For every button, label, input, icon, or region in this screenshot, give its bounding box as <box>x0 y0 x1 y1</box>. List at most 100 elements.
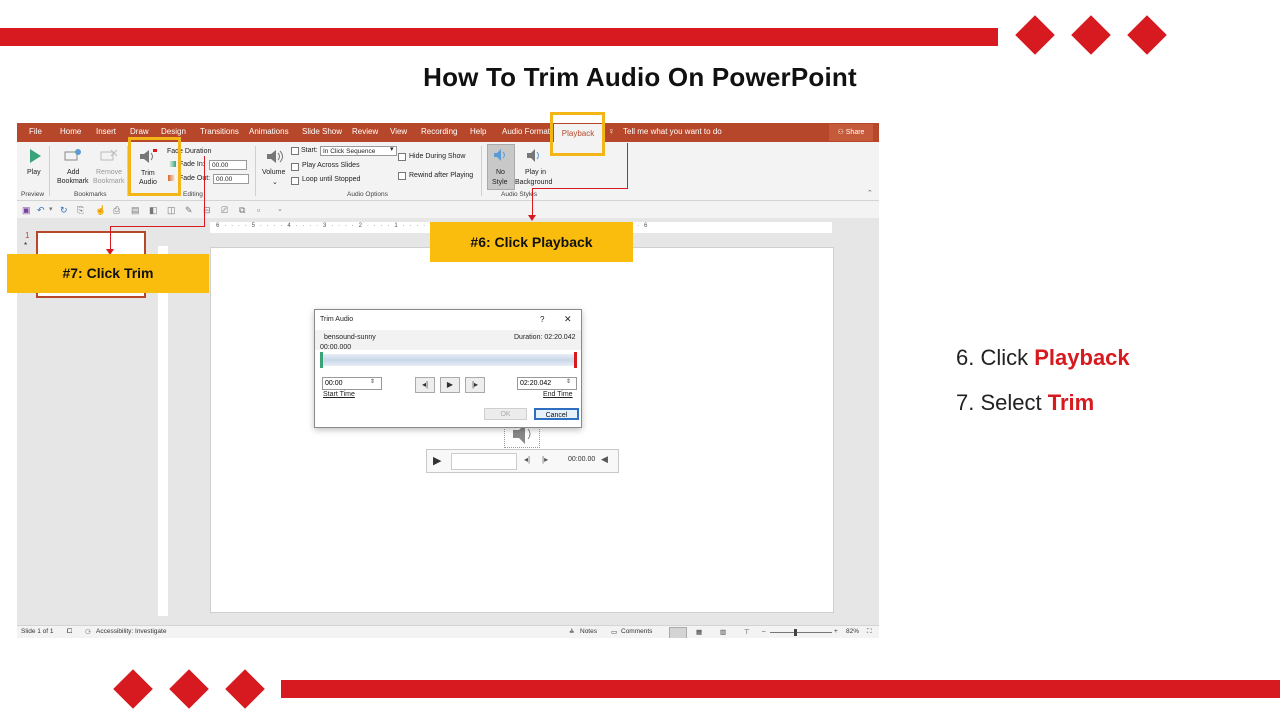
comments-icon: ▭ <box>611 629 618 636</box>
touch-mode-icon[interactable]: ☝ <box>95 205 106 216</box>
volume-button[interactable] <box>265 148 285 165</box>
start-select[interactable]: In Click Sequence <box>320 146 397 156</box>
shapes-icon[interactable]: ◧ <box>149 205 158 216</box>
accessibility-status[interactable]: Accessibility: Investigate <box>96 628 166 635</box>
spelling-icon[interactable]: ✎ <box>185 205 193 216</box>
save-icon[interactable]: ▣ <box>22 205 31 216</box>
audio-waveform[interactable] <box>321 354 575 366</box>
separator <box>49 146 50 196</box>
end-time-stepper[interactable]: ⇕ <box>566 378 571 385</box>
player-time: 00:00.00 <box>568 456 596 463</box>
next-frame-button[interactable]: |▸ <box>465 377 485 393</box>
player-back-icon[interactable]: ◂| <box>524 455 530 464</box>
tab-recording[interactable]: Recording <box>421 127 457 136</box>
close-icon[interactable]: ✕ <box>564 314 572 325</box>
play-button[interactable]: ▶ <box>440 377 460 393</box>
player-forward-icon[interactable]: |▸ <box>542 455 548 464</box>
add-bookmark-label-1: Add <box>67 169 80 176</box>
tab-slide-show[interactable]: Slide Show <box>302 127 342 136</box>
normal-view-icon[interactable] <box>669 627 687 638</box>
tab-view[interactable]: View <box>390 127 407 136</box>
share-button[interactable]: ⚇ Share <box>829 124 873 141</box>
fit-to-window-icon[interactable]: ⛶ <box>867 628 872 636</box>
tab-insert[interactable]: Insert <box>96 127 116 136</box>
loop-checkbox[interactable] <box>291 177 299 185</box>
start-trim-handle[interactable] <box>320 352 323 368</box>
arrange-icon[interactable]: ⎚ <box>221 205 228 216</box>
zoom-slider[interactable] <box>770 632 832 633</box>
group-preview: Preview <box>21 191 45 198</box>
playback-arrow-head <box>528 215 536 221</box>
volume-label: Volume <box>262 169 286 176</box>
start-select-chevron-icon[interactable]: ▾ <box>390 145 394 153</box>
notes-button[interactable]: Notes <box>580 628 597 635</box>
fade-in-input[interactable]: 00.00 <box>209 160 247 170</box>
tab-file[interactable]: File <box>29 127 42 136</box>
fade-out-input[interactable]: 00.00 <box>213 174 249 184</box>
volume-icon <box>267 150 283 163</box>
no-style-icon <box>492 148 508 162</box>
ok-button[interactable]: OK <box>484 408 527 420</box>
more-icon[interactable]: ▫ <box>257 205 260 215</box>
zoom-level[interactable]: 82% <box>846 628 859 635</box>
quick-access-toolbar: ▣ ↶ ▾ ↻ ⎘ ☝ ⎙ ▤ ◧ ◫ ✎ ⊟ ⎚ ⧉ ▫ ⌄ <box>17 201 879 218</box>
tab-draw[interactable]: Draw <box>130 127 149 136</box>
print-icon[interactable]: ⎙ <box>113 205 120 216</box>
picture-icon[interactable]: ▤ <box>131 205 140 216</box>
cancel-button[interactable]: Cancel <box>534 408 579 420</box>
top-diamond-3 <box>1127 15 1167 55</box>
slide-star: * <box>24 241 28 250</box>
tab-design[interactable]: Design <box>161 127 186 136</box>
powerpoint-window: File Home Insert Draw Design Transitions… <box>17 123 879 638</box>
slide-sorter-icon[interactable]: ▦ <box>696 628 702 636</box>
comments-button[interactable]: Comments <box>621 628 652 635</box>
customize-toolbar-icon[interactable]: ⌄ <box>277 205 283 213</box>
zoom-in-icon[interactable]: + <box>834 628 838 635</box>
play-in-background-label-2: Background <box>515 179 553 186</box>
undo-icon[interactable]: ↶ <box>37 205 45 216</box>
fade-out-label: Fade Out: <box>179 175 211 182</box>
slide-title: How To Trim Audio On PowerPoint <box>423 62 857 92</box>
zoom-out-icon[interactable]: – <box>762 628 766 635</box>
previous-frame-button[interactable]: ◂| <box>415 377 435 393</box>
player-volume-icon[interactable]: ◀ <box>601 454 608 465</box>
player-play-icon[interactable]: ▶ <box>433 454 441 467</box>
end-trim-handle[interactable] <box>574 352 577 368</box>
add-bookmark-icon <box>64 149 81 161</box>
add-bookmark-button[interactable] <box>63 148 83 164</box>
tell-me-search[interactable]: Tell me what you want to do <box>623 127 722 136</box>
start-icon <box>291 147 299 155</box>
tab-home[interactable]: Home <box>60 127 81 136</box>
player-progress-bar[interactable] <box>451 453 517 470</box>
redo-icon[interactable]: ↻ <box>60 205 68 216</box>
slide-show-icon[interactable]: ⊤ <box>744 628 750 636</box>
tab-audio-format[interactable]: Audio Format <box>502 127 550 136</box>
chevron-down-icon[interactable]: ▾ <box>49 205 53 213</box>
status-bar: Slide 1 of 1 ⧠ ⚆ Accessibility: Investig… <box>17 625 879 638</box>
hide-during-show-checkbox[interactable] <box>398 153 406 161</box>
zoom-slider-thumb[interactable] <box>794 629 797 636</box>
tab-animations[interactable]: Animations <box>249 127 289 136</box>
step-6-prefix: 6. Click <box>956 345 1035 370</box>
fade-in-label: Fade In: <box>179 161 205 168</box>
play-button[interactable] <box>27 148 43 164</box>
play-across-slides-checkbox[interactable] <box>291 163 299 171</box>
step-6: 6. Click Playback <box>956 345 1130 371</box>
help-button[interactable]: ? <box>540 315 544 324</box>
tab-transitions[interactable]: Transitions <box>200 127 239 136</box>
remove-bookmark-button[interactable] <box>99 148 119 164</box>
vertical-ruler <box>158 246 168 616</box>
bottom-diamond-1 <box>113 669 153 709</box>
start-from-beginning-icon[interactable]: ⎘ <box>77 205 84 216</box>
group-editing: Editing <box>183 191 203 198</box>
format-icon[interactable]: ◫ <box>167 205 176 216</box>
play-in-background-icon[interactable] <box>525 148 543 164</box>
reading-view-icon[interactable]: ▥ <box>720 628 726 636</box>
bottom-red-bar <box>281 680 1280 698</box>
group-icon[interactable]: ⧉ <box>239 205 245 216</box>
rewind-checkbox[interactable] <box>398 172 406 180</box>
collapse-ribbon-icon[interactable]: ⌃ <box>867 189 873 197</box>
start-time-stepper[interactable]: ⇕ <box>370 378 375 385</box>
tab-help[interactable]: Help <box>470 127 486 136</box>
tab-review[interactable]: Review <box>352 127 378 136</box>
